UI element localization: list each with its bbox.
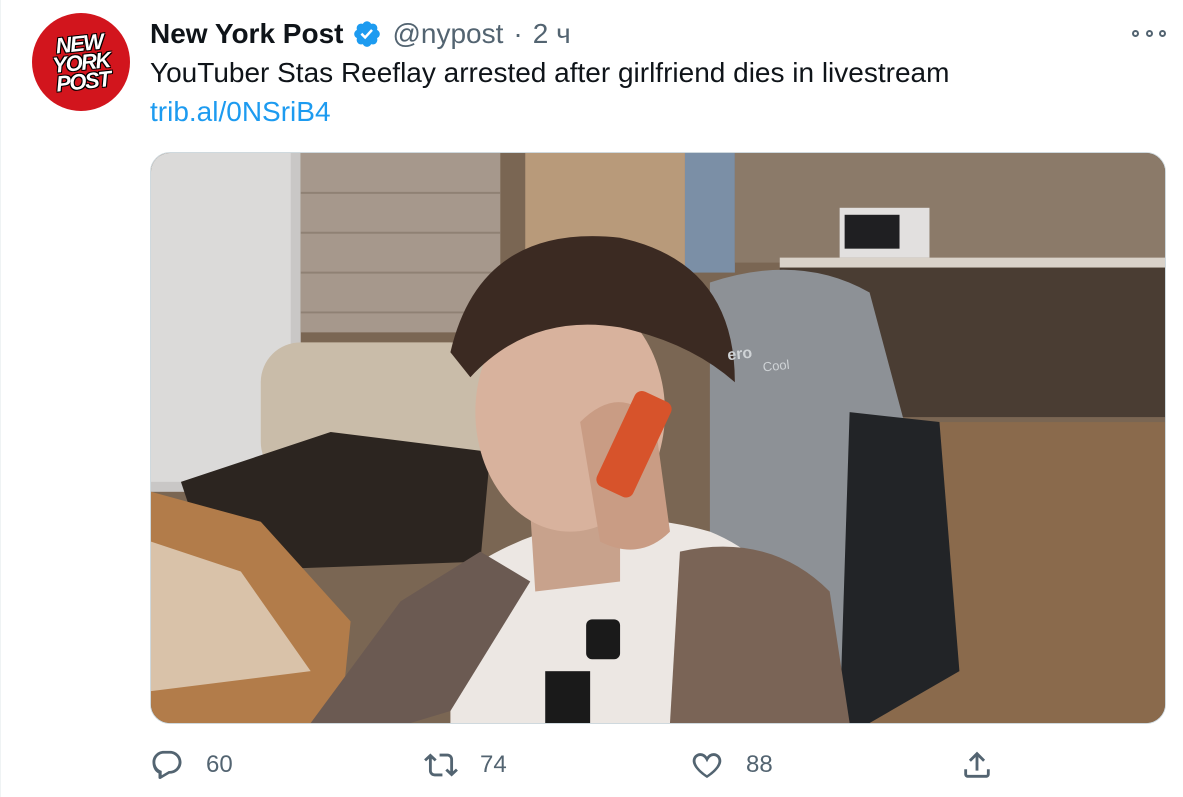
nypost-logo: NEW YORK POST: [41, 22, 120, 101]
tweet[interactable]: NEW YORK POST New York Post @nypost · 2 …: [0, 0, 1183, 797]
author-handle[interactable]: @nypost: [392, 18, 503, 50]
more-dot: [1145, 29, 1153, 37]
chair-brand-subtext: Cool: [761, 356, 791, 375]
tweet-actions: 60 74 88: [150, 740, 1010, 790]
more-dot: [1159, 29, 1166, 37]
tweet-header: New York Post @nypost · 2 ч: [150, 14, 571, 54]
avatar[interactable]: NEW YORK POST: [32, 13, 130, 111]
more-dot: [1132, 29, 1139, 37]
share-button[interactable]: [960, 740, 994, 790]
more-icon[interactable]: [1132, 26, 1166, 40]
tweet-media-image[interactable]: ero Cool: [150, 152, 1166, 724]
tweet-link[interactable]: trib.al/0NSriB4: [150, 96, 331, 128]
video-frame-illustration: [151, 153, 1165, 723]
verified-badge-icon: [352, 19, 382, 49]
retweet-count: 74: [480, 751, 507, 778]
reply-button[interactable]: 60: [150, 740, 233, 790]
tweet-timestamp[interactable]: 2 ч: [533, 18, 571, 50]
tweet-text: YouTuber Stas Reeflay arrested after gir…: [150, 57, 950, 88]
reply-count: 60: [206, 751, 233, 778]
chair-brand-text: ero: [726, 344, 754, 365]
retweet-icon: [424, 753, 458, 777]
chair-brand-logo: ero Cool: [726, 342, 791, 378]
reply-icon: [152, 750, 182, 780]
logo-line: POST: [54, 65, 112, 97]
author-display-name[interactable]: New York Post: [150, 18, 343, 50]
header-separator: ·: [513, 18, 523, 49]
like-button[interactable]: 88: [690, 740, 773, 790]
like-count: 88: [746, 751, 773, 778]
retweet-button[interactable]: 74: [424, 740, 507, 790]
share-icon: [964, 751, 990, 778]
like-icon: [692, 753, 722, 779]
